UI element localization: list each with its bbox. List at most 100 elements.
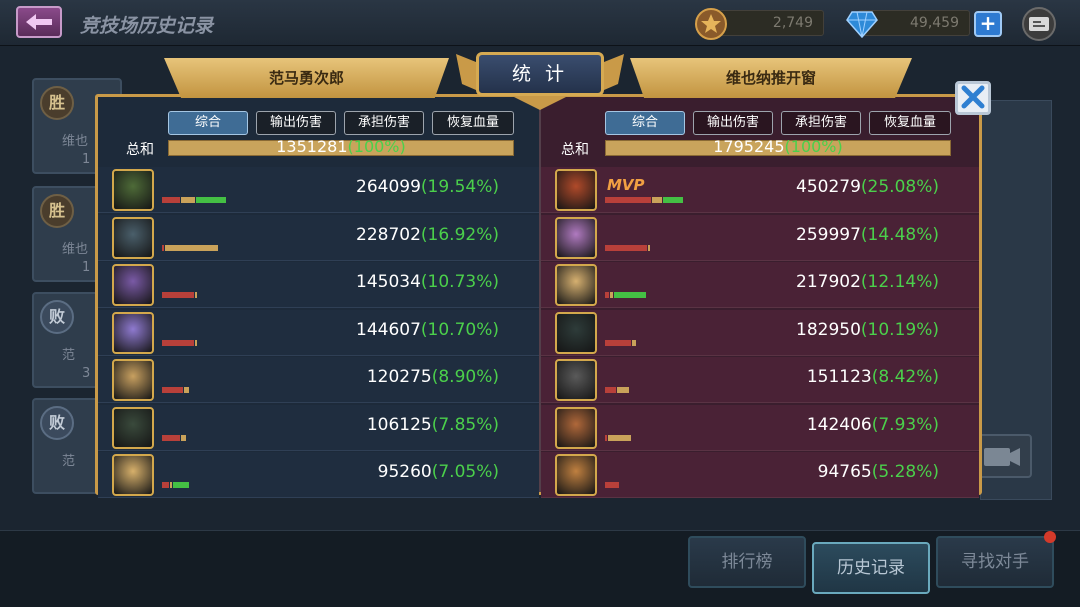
damage-taken-bar xyxy=(648,244,651,251)
tab-overall[interactable]: 综合 xyxy=(605,111,685,135)
hero-row: 151123(8.42%) xyxy=(541,357,979,403)
hero-avatar[interactable] xyxy=(555,264,597,306)
left-team-panel: 综合 输出伤害 承担伤害 恢复血量 总和 1351281(100%) 26409… xyxy=(98,97,539,498)
damage-dealt-bar xyxy=(605,292,609,298)
hero-number: 259997 xyxy=(796,224,861,245)
contribution-bars xyxy=(162,434,186,441)
contribution-bars xyxy=(605,339,636,346)
hero-value: 182950(10.19%) xyxy=(796,320,939,340)
hero-number: 264099 xyxy=(356,177,421,197)
damage-dealt-bar xyxy=(162,292,194,298)
hero-value: 120275(8.90%) xyxy=(367,367,499,387)
hero-number: 142406 xyxy=(806,414,872,435)
healing-bar xyxy=(614,292,646,298)
hero-percent: (14.48%) xyxy=(860,224,939,245)
hero-avatar[interactable] xyxy=(112,311,154,354)
hero-number: 120275 xyxy=(366,367,432,387)
contribution-bars xyxy=(605,292,646,298)
hero-number: 182950 xyxy=(796,319,861,340)
chat-icon xyxy=(1029,17,1049,31)
score: 1 xyxy=(82,260,91,275)
hero-row: 264099(19.54%) xyxy=(98,167,539,213)
back-button[interactable] xyxy=(16,6,62,38)
hero-avatar[interactable] xyxy=(112,264,154,306)
total-number: 1795245 xyxy=(713,137,785,156)
damage-taken-bar xyxy=(180,197,195,203)
close-button[interactable] xyxy=(955,81,991,115)
hero-avatar[interactable] xyxy=(555,359,597,401)
tab-damage-dealt[interactable]: 输出伤害 xyxy=(256,111,336,135)
tab-overall[interactable]: 综合 xyxy=(168,111,248,135)
hero-avatar[interactable] xyxy=(555,216,597,259)
hero-percent: (10.73%) xyxy=(420,272,499,292)
hero-number: 94765 xyxy=(817,462,872,482)
total-value: 1795245(100%) xyxy=(605,137,951,156)
total-percent: (100%) xyxy=(784,137,843,156)
hero-value: 94765(5.28%) xyxy=(818,462,939,482)
find-opponent-button[interactable]: 寻找对手 xyxy=(936,536,1054,588)
hero-percent: (8.42%) xyxy=(871,367,939,387)
hero-avatar[interactable] xyxy=(112,406,154,449)
contribution-bars xyxy=(162,482,189,488)
chat-button[interactable] xyxy=(1022,7,1056,41)
hero-value: 106125(7.85%) xyxy=(367,415,499,435)
contribution-bars xyxy=(605,244,651,251)
gold-value: 2,749 xyxy=(772,15,813,31)
hero-avatar[interactable] xyxy=(555,406,597,449)
damage-taken-bar xyxy=(608,434,631,441)
hero-value: 450279(25.08%) xyxy=(796,177,939,197)
hero-percent: (25.08%) xyxy=(860,177,939,197)
contribution-bars xyxy=(162,339,197,346)
gold-counter: 2,749 xyxy=(712,10,824,36)
tab-healing[interactable]: 恢复血量 xyxy=(432,111,514,135)
damage-dealt-bar xyxy=(162,197,180,203)
hero-percent: (7.93%) xyxy=(871,414,939,435)
tab-damage-taken[interactable]: 承担伤害 xyxy=(781,111,861,135)
hero-row: 120275(8.90%) xyxy=(98,357,539,403)
opponent-name: 维也 xyxy=(62,242,89,257)
score: 3 xyxy=(82,366,91,381)
filter-tabs: 综合 输出伤害 承担伤害 恢复血量 xyxy=(98,111,539,135)
ranking-button[interactable]: 排行榜 xyxy=(688,536,806,588)
hero-avatar[interactable] xyxy=(555,311,597,354)
hero-avatar[interactable] xyxy=(112,169,154,211)
hero-value: 142406(7.93%) xyxy=(807,415,939,435)
tab-damage-taken[interactable]: 承担伤害 xyxy=(344,111,424,135)
hero-number: 145034 xyxy=(356,272,421,292)
hero-number: 144607 xyxy=(356,319,421,340)
back-arrow-icon xyxy=(26,14,52,30)
hero-percent: (12.14%) xyxy=(860,272,939,292)
tab-damage-dealt[interactable]: 输出伤害 xyxy=(693,111,773,135)
hero-number: 151123 xyxy=(806,367,872,387)
hero-row: 106125(7.85%) xyxy=(98,404,539,451)
hero-row: 142406(7.93%) xyxy=(541,404,979,451)
hero-avatar[interactable] xyxy=(555,169,597,211)
add-gems-button[interactable]: + xyxy=(974,11,1002,37)
hero-row: 228702(16.92%) xyxy=(98,214,539,261)
result-badge: 败 xyxy=(40,406,74,440)
opponent-name: 维也 xyxy=(62,134,89,149)
mvp-badge: MVP xyxy=(607,176,645,194)
tab-healing[interactable]: 恢复血量 xyxy=(869,111,951,135)
contribution-bars xyxy=(605,434,631,441)
damage-dealt-bar xyxy=(162,244,164,251)
hero-row: 145034(10.73%) xyxy=(98,262,539,308)
top-bar: 竞技场历史记录 2,749 49,459 + xyxy=(0,0,1080,46)
damage-dealt-bar xyxy=(162,387,184,393)
hero-avatar[interactable] xyxy=(112,216,154,259)
damage-dealt-bar xyxy=(605,244,648,251)
contribution-bars xyxy=(605,197,683,203)
hero-value: 151123(8.42%) xyxy=(807,367,939,387)
damage-taken-bar xyxy=(180,434,186,441)
hero-number: 95260 xyxy=(377,462,432,482)
history-button[interactable]: 历史记录 xyxy=(812,542,930,594)
hero-avatar[interactable] xyxy=(112,359,154,401)
hero-avatar[interactable] xyxy=(112,454,154,496)
hero-percent: (16.92%) xyxy=(420,224,499,245)
total-number: 1351281 xyxy=(276,137,348,156)
hero-avatar[interactable] xyxy=(555,454,597,496)
healing-bar xyxy=(173,482,189,488)
healing-bar xyxy=(663,197,683,203)
stats-title-plate: 统 计 xyxy=(452,44,628,114)
damage-dealt-bar xyxy=(605,197,651,203)
